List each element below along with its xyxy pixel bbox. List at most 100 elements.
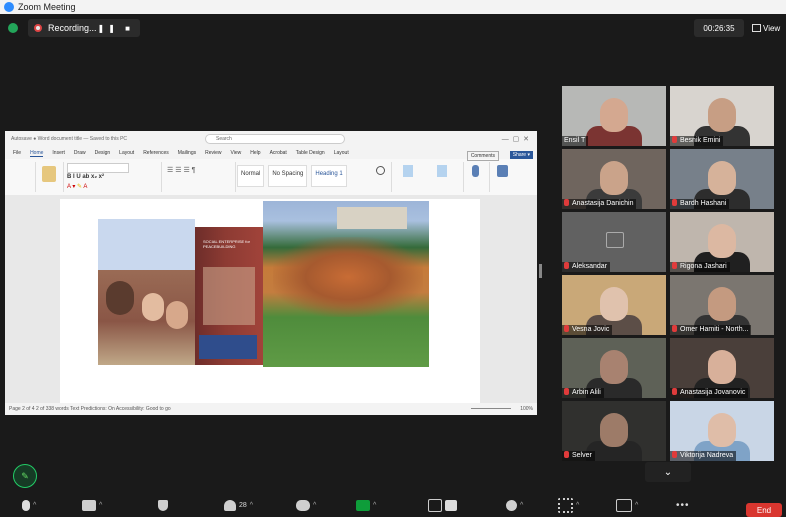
chevron-up-icon[interactable]: ^ (520, 502, 523, 509)
ribbon-group-paragraph[interactable]: ☰ ☰ ☰ ¶ (163, 162, 236, 192)
share-doc-button[interactable]: Share ▾ (509, 151, 533, 159)
ribbon-group-undo[interactable] (9, 162, 36, 192)
tab-review[interactable]: Review (205, 150, 221, 156)
recording-indicator[interactable]: Recording... ❚❚ ■ (28, 19, 140, 37)
tab-file[interactable]: File (13, 150, 21, 156)
tab-layout[interactable]: Layout (119, 150, 134, 156)
tab-view[interactable]: View (231, 150, 242, 156)
end-label: End (756, 505, 772, 515)
ribbon-group-editor[interactable] (491, 162, 515, 192)
ribbon-group-editing[interactable] (371, 162, 392, 192)
photo-group-selfie[interactable] (98, 219, 195, 365)
chevron-up-icon[interactable]: ^ (33, 502, 36, 509)
font-format-icons[interactable]: B I U ab x₂ x² (67, 174, 104, 180)
chat-button[interactable]: ^ (296, 498, 316, 512)
participant-tile[interactable]: Ensil T (562, 86, 666, 146)
participant-face (600, 350, 628, 384)
security-button[interactable] (158, 498, 168, 512)
participant-tile[interactable]: Arbin Alili (562, 338, 666, 398)
participant-tile[interactable]: Viktorija Nadreva (670, 401, 774, 461)
styles-gallery[interactable]: Normal No Spacing Heading 1 (237, 165, 367, 187)
tab-insert[interactable]: Insert (52, 150, 65, 156)
participant-tile[interactable]: Aleksandar (562, 212, 666, 272)
pause-share-button[interactable] (428, 498, 457, 512)
split-resize-handle[interactable] (539, 264, 542, 278)
participant-name-label: Besnik Emini (670, 136, 724, 146)
tab-references[interactable]: References (143, 150, 169, 156)
whiteboard-button[interactable]: ^ (616, 498, 638, 512)
reactions-button[interactable]: ^ (506, 498, 523, 512)
word-ribbon: B I U ab x₂ x² A ▾ ✎ A ☰ ☰ ☰ ¶ Normal No… (5, 151, 537, 196)
chevron-up-icon[interactable]: ^ (313, 502, 316, 509)
video-off-avatar-icon (606, 232, 624, 248)
mic-muted-icon (564, 325, 569, 332)
participant-tile[interactable]: Vesna Jovic (562, 275, 666, 335)
ribbon-group-voice[interactable] (465, 162, 490, 192)
person-face-3 (166, 301, 188, 329)
participant-tile[interactable]: Anastasija Jovanovic (670, 338, 774, 398)
timer-text: 00:26:35 (703, 23, 735, 33)
tab-design[interactable]: Design (95, 150, 111, 156)
participant-name: Bardh Hashani (680, 200, 727, 207)
mic-muted-icon (564, 388, 569, 395)
tab-help[interactable]: Help (250, 150, 260, 156)
comments-button[interactable]: Comments (466, 151, 499, 161)
editor-icon (497, 165, 508, 177)
tab-mailings[interactable]: Mailings (178, 150, 196, 156)
participant-tile[interactable]: Selver (562, 401, 666, 461)
style-no-spacing[interactable]: No Spacing (268, 165, 308, 187)
window-controls[interactable]: — ▢ ✕ (502, 135, 529, 143)
person-face-1 (106, 281, 134, 315)
zoom-slider[interactable] (471, 408, 511, 409)
apps-button[interactable]: ^ (558, 497, 579, 513)
ribbon-group-clipboard[interactable] (37, 162, 64, 192)
participant-name-label: Viktorija Nadreva (670, 451, 737, 461)
participant-tile[interactable]: Bardh Hashani (670, 149, 774, 209)
video-button[interactable]: ^ (82, 498, 102, 512)
mic-muted-icon (672, 199, 677, 206)
window-titlebar: Zoom Meeting (0, 0, 786, 14)
ribbon-group-adobe-acrobat[interactable] (395, 162, 464, 192)
tab-table-design[interactable]: Table Design (296, 150, 325, 156)
collapse-gallery-button[interactable]: ⌄ (645, 462, 691, 482)
more-button[interactable]: ••• (676, 498, 690, 512)
annotate-pen-button[interactable]: ✎ (13, 464, 37, 488)
chevron-up-icon[interactable]: ^ (373, 502, 376, 509)
word-search-box[interactable]: Search (205, 134, 345, 144)
photo-group-outdoor[interactable] (263, 201, 429, 367)
chevron-up-icon[interactable]: ^ (99, 502, 102, 509)
share-screen-button[interactable]: ^ (356, 498, 376, 512)
chevron-up-icon[interactable]: ^ (576, 502, 579, 509)
style-normal[interactable]: Normal (237, 165, 265, 187)
participant-name-label: Anastasija Danichin (562, 199, 637, 209)
participant-tile[interactable]: Rigona Jashari (670, 212, 774, 272)
font-name-box[interactable] (67, 163, 129, 173)
view-button[interactable]: View (752, 19, 782, 37)
shared-screen-word[interactable]: Autosave ● Word document title — Saved t… (5, 131, 537, 415)
chevron-down-icon: ⌄ (663, 466, 673, 478)
participant-tile[interactable]: Besnik Emini (670, 86, 774, 146)
participant-name: Omer Hamiti - North... (680, 326, 749, 333)
participant-name: Selver (572, 452, 592, 459)
font-color-icons[interactable]: A ▾ ✎ A (67, 183, 87, 190)
participant-tile[interactable]: Omer Hamiti - North... (670, 275, 774, 335)
zoom-level: 100% (520, 406, 533, 412)
recording-controls[interactable]: ❚❚ ■ (98, 24, 134, 33)
chevron-up-icon[interactable]: ^ (250, 502, 253, 509)
tab-draw[interactable]: Draw (74, 150, 86, 156)
ribbon-group-font[interactable]: B I U ab x₂ x² A ▾ ✎ A (65, 162, 162, 192)
tab-home[interactable]: Home (30, 150, 44, 157)
paragraph-icons: ☰ ☰ ☰ ¶ (167, 167, 196, 174)
participant-tile[interactable]: Anastasija Danichin (562, 149, 666, 209)
mute-button[interactable]: ^ (22, 498, 36, 512)
style-heading-1[interactable]: Heading 1 (311, 165, 347, 187)
photo-banner[interactable]: SOCIAL ENTERPRISE for PEACEBUILDING (195, 227, 263, 365)
chevron-up-icon[interactable]: ^ (635, 502, 638, 509)
tab-table-layout[interactable]: Layout (334, 150, 349, 156)
participants-button[interactable]: 28 ^ (224, 498, 253, 512)
word-title: Autosave ● Word document title — Saved t… (11, 136, 128, 142)
word-titlebar: Autosave ● Word document title — Saved t… (5, 131, 537, 147)
shield-icon (158, 499, 168, 511)
tab-acrobat[interactable]: Acrobat (270, 150, 287, 156)
security-shield-icon[interactable] (8, 23, 18, 33)
